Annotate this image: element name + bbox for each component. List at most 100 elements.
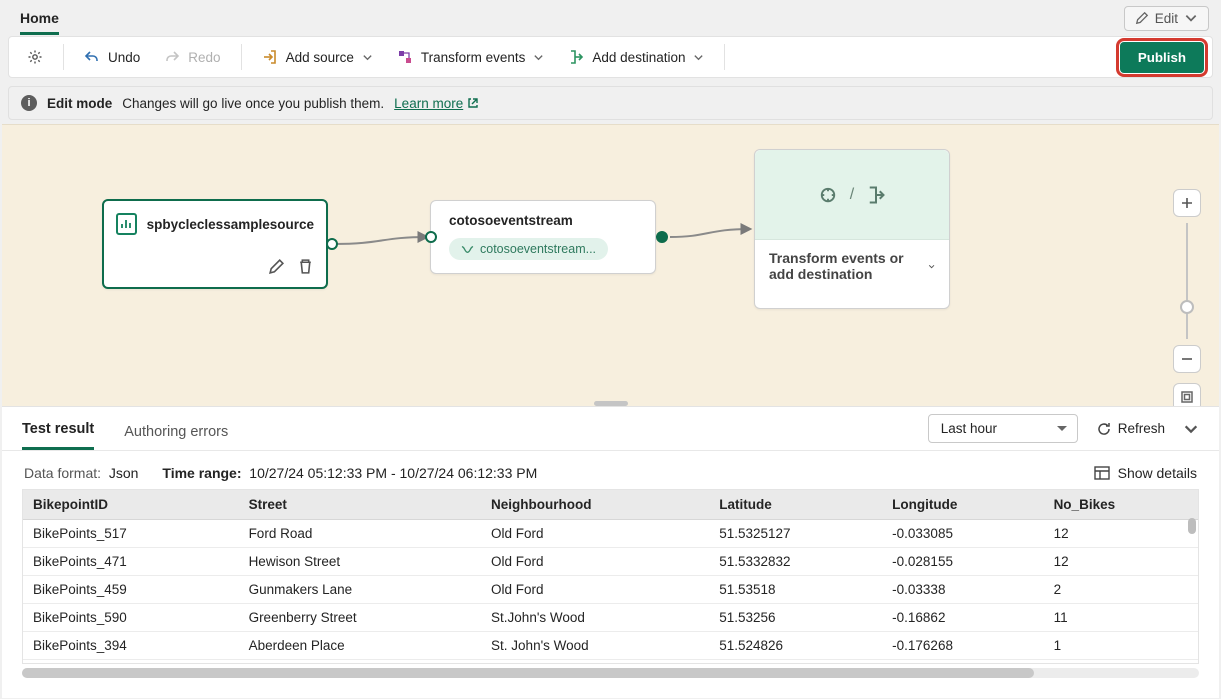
chevron-down-icon[interactable] xyxy=(928,261,935,272)
edit-mode-infobar: i Edit mode Changes will go live once yo… xyxy=(8,86,1213,120)
table-cell: Hewison Street xyxy=(239,548,481,576)
table-cell: -0.028155 xyxy=(882,548,1043,576)
tab-test-result[interactable]: Test result xyxy=(22,409,94,450)
undo-button[interactable]: Undo xyxy=(74,43,150,71)
redo-icon xyxy=(164,49,180,65)
table-row[interactable]: BikePoints_471Hewison StreetOld Ford51.5… xyxy=(23,548,1198,576)
table-cell: Lord's xyxy=(239,660,481,665)
table-cell: -0.176268 xyxy=(882,632,1043,660)
zoom-out-button[interactable] xyxy=(1173,345,1201,373)
infobar-msg: Changes will go live once you publish th… xyxy=(122,96,384,111)
tab-home[interactable]: Home xyxy=(20,2,59,35)
login-icon xyxy=(262,49,278,65)
column-header[interactable]: BikepointID xyxy=(23,490,239,520)
undo-icon xyxy=(84,49,100,65)
trash-icon[interactable] xyxy=(297,258,314,275)
table-row[interactable]: BikePoints_394Aberdeen PlaceSt. John's W… xyxy=(23,632,1198,660)
show-details-label: Show details xyxy=(1118,465,1197,481)
table-cell: BikePoints_517 xyxy=(23,520,239,548)
table-cell: 51.524826 xyxy=(709,632,882,660)
table-row[interactable]: BikePoints_363Lord'sSt. John's Wood51.52… xyxy=(23,660,1198,665)
table-row[interactable]: BikePoints_459Gunmakers LaneOld Ford51.5… xyxy=(23,576,1198,604)
node-eventstream[interactable]: cotosoeventstream cotosoeventstream... xyxy=(430,200,656,274)
settings-button[interactable] xyxy=(17,43,53,71)
time-range-label: Time range: xyxy=(162,465,241,481)
time-range-select[interactable]: Last hour xyxy=(928,414,1078,443)
add-destination-button[interactable]: Add destination xyxy=(558,43,714,71)
refresh-button[interactable]: Refresh xyxy=(1096,421,1165,437)
refresh-icon xyxy=(1096,421,1112,437)
table-cell: 11 xyxy=(1044,604,1198,632)
edit-label: Edit xyxy=(1155,11,1178,26)
learn-more-link[interactable]: Learn more xyxy=(394,96,479,111)
table-cell: 12 xyxy=(1044,548,1198,576)
chevron-down-icon xyxy=(693,52,704,63)
table-cell: BikePoints_590 xyxy=(23,604,239,632)
logout-icon xyxy=(866,185,886,205)
show-details-button[interactable]: Show details xyxy=(1094,465,1197,481)
port-in[interactable] xyxy=(425,231,437,243)
table-cell: 51.53518 xyxy=(709,576,882,604)
pencil-icon[interactable] xyxy=(268,258,285,275)
eventstream-pill-label: cotosoeventstream... xyxy=(480,242,596,256)
table-cell: St. John's Wood xyxy=(481,660,709,665)
gear-icon xyxy=(27,49,43,65)
redo-button: Redo xyxy=(154,43,230,71)
node-eventstream-title: cotosoeventstream xyxy=(449,213,643,228)
table-cell: 51.5332832 xyxy=(709,548,882,576)
node-destination-title: Transform events or add destination xyxy=(769,250,928,282)
redo-label: Redo xyxy=(188,50,220,65)
table-cell: -0.03338 xyxy=(882,576,1043,604)
zoom-fit-button[interactable] xyxy=(1173,383,1201,406)
details-icon xyxy=(1094,466,1110,480)
info-icon: i xyxy=(21,95,37,111)
slash-icon: / xyxy=(850,186,854,204)
publish-button[interactable]: Publish xyxy=(1120,42,1204,73)
edit-dropdown[interactable]: Edit xyxy=(1124,6,1209,31)
learn-more-label: Learn more xyxy=(394,96,463,111)
results-table: BikepointIDStreetNeighbourhoodLatitudeLo… xyxy=(23,490,1198,664)
table-cell: -0.16862 xyxy=(882,604,1043,632)
table-cell: 20 xyxy=(1044,660,1198,665)
port-out[interactable] xyxy=(326,238,338,250)
panel-resize-handle[interactable] xyxy=(594,401,628,406)
column-header[interactable]: Longitude xyxy=(882,490,1043,520)
external-link-icon xyxy=(467,97,479,109)
table-cell: 51.5325127 xyxy=(709,520,882,548)
column-header[interactable]: Neighbourhood xyxy=(481,490,709,520)
results-table-wrap[interactable]: BikepointIDStreetNeighbourhoodLatitudeLo… xyxy=(22,489,1199,664)
column-header[interactable]: Street xyxy=(239,490,481,520)
table-cell: Greenberry Street xyxy=(239,604,481,632)
port-out[interactable] xyxy=(656,231,668,243)
data-format-label: Data format: xyxy=(24,465,101,481)
horizontal-scrollbar[interactable] xyxy=(22,668,1199,678)
column-header[interactable]: No_Bikes xyxy=(1044,490,1198,520)
add-source-button[interactable]: Add source xyxy=(252,43,383,71)
table-cell: Gunmakers Lane xyxy=(239,576,481,604)
chevron-down-icon xyxy=(533,52,544,63)
transform-icon xyxy=(397,49,413,65)
zoom-thumb[interactable] xyxy=(1180,300,1194,314)
tab-authoring-errors[interactable]: Authoring errors xyxy=(124,412,228,450)
time-range-value: 10/27/24 05:12:33 PM - 10/27/24 06:12:33… xyxy=(249,465,537,481)
chevron-down-icon[interactable] xyxy=(1183,421,1199,437)
table-cell: BikePoints_363 xyxy=(23,660,239,665)
pencil-icon xyxy=(1135,11,1149,25)
node-source[interactable]: spbycleclessamplesource xyxy=(102,199,328,289)
table-cell: 12 xyxy=(1044,520,1198,548)
transform-events-button[interactable]: Transform events xyxy=(387,43,555,71)
flow-canvas[interactable]: spbycleclessamplesource cotosoeventstrea… xyxy=(2,124,1219,406)
column-header[interactable]: Latitude xyxy=(709,490,882,520)
table-cell: -0.033085 xyxy=(882,520,1043,548)
table-row[interactable]: BikePoints_517Ford RoadOld Ford51.532512… xyxy=(23,520,1198,548)
zoom-slider[interactable] xyxy=(1186,223,1188,339)
eventstream-pill[interactable]: cotosoeventstream... xyxy=(449,238,608,260)
node-destination[interactable]: / Transform events or add destination xyxy=(754,149,950,309)
table-cell: St. John's Wood xyxy=(481,632,709,660)
refresh-label: Refresh xyxy=(1118,421,1165,436)
horizontal-scrollbar-thumb[interactable] xyxy=(22,668,1034,678)
table-row[interactable]: BikePoints_590Greenberry StreetSt.John's… xyxy=(23,604,1198,632)
add-source-label: Add source xyxy=(286,50,354,65)
vertical-scrollbar[interactable] xyxy=(1188,518,1196,534)
zoom-in-button[interactable] xyxy=(1173,189,1201,217)
